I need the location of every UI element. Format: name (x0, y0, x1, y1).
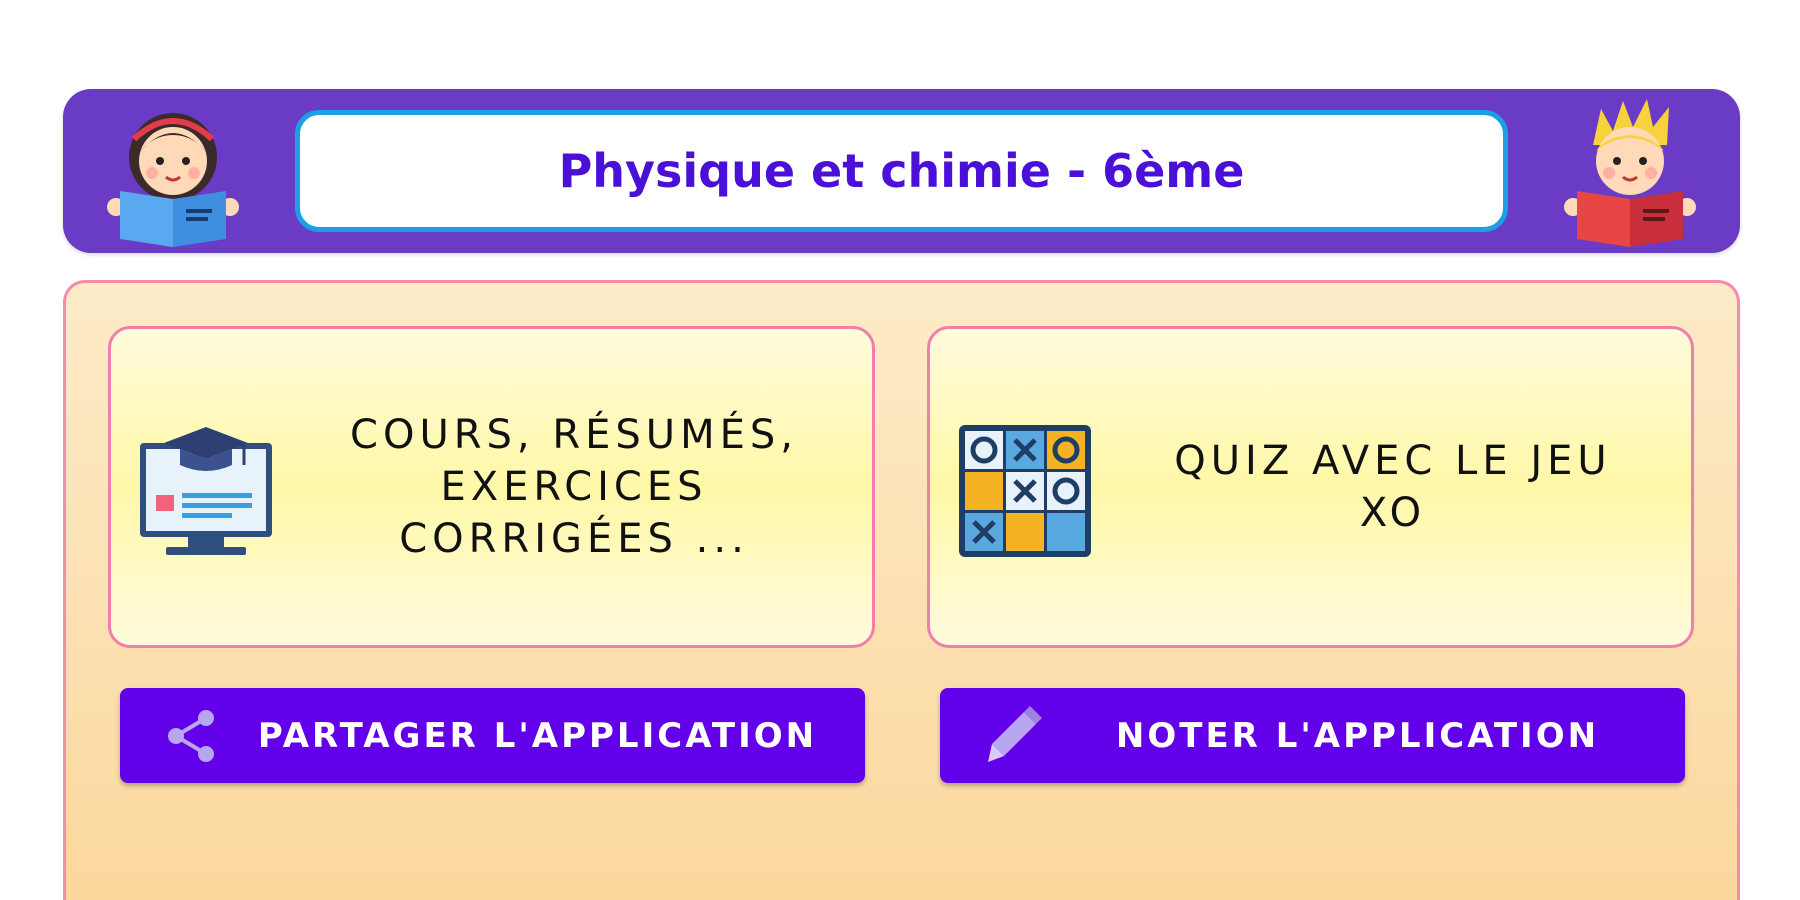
tic-tac-toe-icon (959, 425, 1091, 557)
share-app-label: PARTAGER L'APPLICATION (257, 715, 818, 756)
app-header: Physique et chimie - 6ème (63, 89, 1740, 253)
rate-app-button[interactable]: NOTER L'APPLICATION (940, 688, 1685, 783)
courses-card-label: COURS, RÉSUMÉS, EXERCICES CORRIGÉES ... (350, 412, 798, 562)
girl-reading-icon (107, 113, 239, 247)
boy-reading-icon (1564, 99, 1696, 247)
pencil-icon (988, 706, 1042, 762)
quiz-card[interactable]: QUIZ AVEC LE JEU XO (927, 326, 1694, 648)
page-title: Physique et chimie - 6ème (558, 144, 1245, 198)
graduation-monitor-icon (140, 427, 272, 555)
quiz-card-label: QUIZ AVEC LE JEU XO (1174, 438, 1612, 536)
share-icon (168, 710, 214, 762)
main-panel: COURS, RÉSUMÉS, EXERCICES CORRIGÉES ... … (63, 280, 1740, 900)
courses-card[interactable]: COURS, RÉSUMÉS, EXERCICES CORRIGÉES ... (108, 326, 875, 648)
rate-app-label: NOTER L'APPLICATION (1115, 715, 1600, 756)
title-box: Physique et chimie - 6ème (295, 110, 1508, 232)
share-app-button[interactable]: PARTAGER L'APPLICATION (120, 688, 865, 783)
